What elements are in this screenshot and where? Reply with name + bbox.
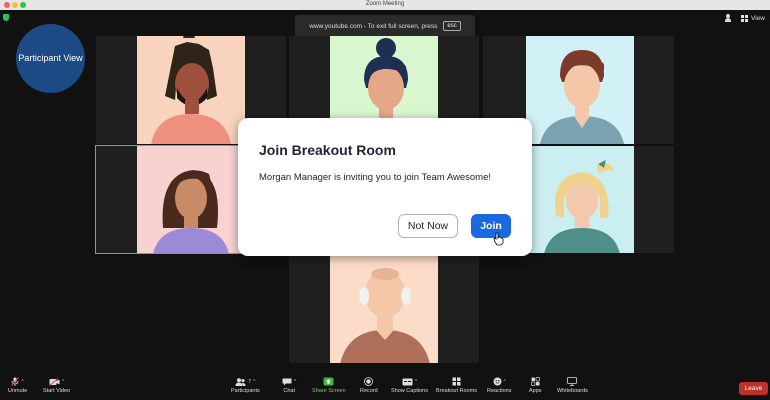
fullscreen-banner-text: www.youtube.com - To exit full screen, p… xyxy=(309,22,438,30)
participants-icon xyxy=(235,377,246,386)
title-bar: Zoom Meeting xyxy=(0,0,770,10)
participant-view-button[interactable]: Participant View xyxy=(16,24,85,93)
record-button[interactable]: Record xyxy=(360,377,378,394)
chat-label: Chat xyxy=(283,388,295,394)
leave-button[interactable]: Leave xyxy=(739,382,768,395)
view-label: View xyxy=(751,14,765,22)
join-breakout-room-dialog: Join Breakout Room Morgan Manager is inv… xyxy=(238,118,532,256)
chat-bubble-icon xyxy=(282,378,292,385)
top-right-controls: View xyxy=(725,14,765,22)
apps-icon xyxy=(530,377,540,386)
chevron-up-icon[interactable]: ^ xyxy=(253,379,255,385)
participant-view-label: Participant View xyxy=(18,53,83,63)
zoom-window: Zoom Meeting www.youtube.com - To exit f… xyxy=(0,0,770,400)
grid-view-icon xyxy=(741,14,749,22)
whiteboards-button[interactable]: Whiteboards xyxy=(557,377,588,394)
view-button[interactable]: View xyxy=(741,14,765,22)
participants-button[interactable]: 7 ^ Participants xyxy=(231,377,260,394)
captions-icon xyxy=(402,378,413,385)
show-captions-label: Show Captions xyxy=(391,388,428,394)
chevron-up-icon[interactable]: ^ xyxy=(21,379,23,385)
participant-tile[interactable] xyxy=(289,256,479,363)
chevron-up-icon[interactable]: ^ xyxy=(415,379,417,385)
fullscreen-banner: www.youtube.com - To exit full screen, p… xyxy=(295,15,475,37)
reactions-button[interactable]: ^ Reactions xyxy=(487,377,511,394)
dialog-title: Join Breakout Room xyxy=(259,142,396,158)
not-now-button[interactable]: Not Now xyxy=(398,214,458,238)
start-video-button[interactable]: ^ Start Video xyxy=(43,377,70,394)
breakout-rooms-icon xyxy=(452,377,461,386)
reactions-label: Reactions xyxy=(487,388,512,394)
participants-count: 7 xyxy=(248,378,252,385)
whiteboards-label: Whiteboards xyxy=(557,388,588,394)
window-title: Zoom Meeting xyxy=(365,1,405,7)
share-screen-button[interactable]: Share Screen xyxy=(312,377,346,394)
show-captions-button[interactable]: ^ Show Captions xyxy=(391,377,428,394)
participants-label: Participants xyxy=(231,388,260,394)
chat-button[interactable]: ^ Chat xyxy=(282,377,296,394)
chevron-up-icon[interactable]: ^ xyxy=(504,379,506,385)
whiteboard-icon xyxy=(567,377,578,386)
unmute-label: Unmute xyxy=(8,388,28,394)
participant-avatar xyxy=(137,36,245,144)
participant-avatar xyxy=(526,36,634,144)
security-shield-icon[interactable] xyxy=(3,14,9,21)
breakout-rooms-button[interactable]: Breakout Rooms xyxy=(436,377,477,394)
person-icon[interactable] xyxy=(725,14,732,22)
dialog-message: Morgan Manager is inviting you to join T… xyxy=(259,172,491,183)
breakout-rooms-label: Breakout Rooms xyxy=(436,388,477,394)
meeting-toolbar: ^ Unmute ^ Start Video 7 ^ Participants … xyxy=(0,374,770,400)
record-label: Record xyxy=(360,388,378,394)
chevron-up-icon[interactable]: ^ xyxy=(62,379,64,385)
hand-cursor-icon xyxy=(493,232,504,246)
apps-button[interactable]: Apps xyxy=(529,377,542,394)
chevron-up-icon[interactable]: ^ xyxy=(294,379,296,385)
share-screen-label: Share Screen xyxy=(312,388,346,394)
participant-avatar xyxy=(526,146,634,253)
apps-label: Apps xyxy=(529,388,542,394)
muted-microphone-icon xyxy=(11,377,20,386)
record-icon xyxy=(364,377,374,386)
esc-key: esc xyxy=(443,21,461,31)
join-button[interactable]: Join xyxy=(471,214,511,238)
start-video-label: Start Video xyxy=(43,388,71,394)
video-off-icon xyxy=(49,377,60,386)
unmute-button[interactable]: ^ Unmute xyxy=(8,377,27,394)
participant-avatar xyxy=(137,146,245,253)
share-screen-icon xyxy=(323,377,334,386)
smiley-icon xyxy=(493,377,502,386)
participant-avatar xyxy=(330,256,438,363)
